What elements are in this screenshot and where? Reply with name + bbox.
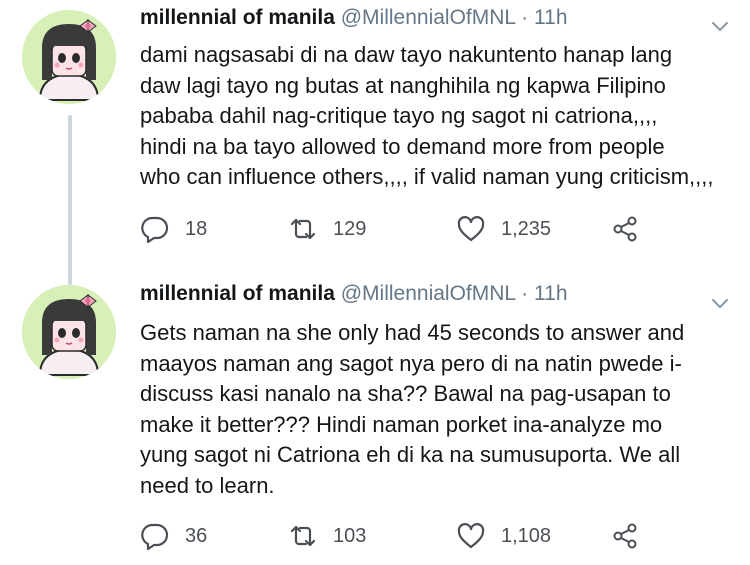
- reply-button[interactable]: 18: [140, 212, 207, 246]
- author-name[interactable]: millennial of manila: [140, 282, 335, 305]
- reply-count: 36: [185, 524, 208, 547]
- chevron-down-icon: [712, 22, 728, 31]
- tweet[interactable]: millennial of manila @MillennialOfMNL · …: [0, 282, 750, 565]
- retweet-icon: [290, 525, 316, 547]
- timestamp[interactable]: 11h: [534, 6, 567, 29]
- retweet-count: 103: [333, 524, 367, 547]
- reply-button[interactable]: 36: [140, 519, 207, 553]
- separator-dot: ·: [521, 282, 529, 305]
- like-button[interactable]: 1,235: [456, 212, 551, 246]
- retweet-button[interactable]: 103: [288, 519, 366, 553]
- avatar[interactable]: [22, 285, 116, 379]
- retweet-icon: [290, 218, 316, 240]
- heart-icon: [457, 216, 485, 242]
- like-count: 1,235: [501, 217, 552, 240]
- more-options-button[interactable]: [710, 293, 730, 313]
- tweet-header: millennial of manila @MillennialOfMNL · …: [140, 6, 710, 30]
- separator-dot: ·: [521, 6, 529, 29]
- tweet-text: Gets naman na she only had 45 seconds to…: [140, 320, 685, 498]
- retweet-button[interactable]: 129: [288, 212, 366, 246]
- like-count: 1,108: [501, 524, 552, 547]
- heart-icon: [457, 523, 485, 549]
- share-icon: [613, 216, 637, 242]
- like-button[interactable]: 1,108: [456, 519, 551, 553]
- more-options-button[interactable]: [710, 16, 730, 36]
- reply-count: 18: [185, 217, 208, 240]
- author-handle[interactable]: @MillennialOfMNL: [341, 6, 516, 29]
- author-handle[interactable]: @MillennialOfMNL: [341, 282, 516, 305]
- share-icon: [613, 523, 637, 549]
- share-button[interactable]: [610, 212, 640, 246]
- reply-icon: [141, 216, 169, 244]
- author-name[interactable]: millennial of manila: [140, 6, 335, 29]
- tweet[interactable]: millennial of manila @MillennialOfMNL · …: [0, 0, 750, 285]
- avatar[interactable]: [22, 10, 116, 104]
- reply-icon: [141, 523, 169, 551]
- chevron-down-icon: [712, 299, 728, 308]
- retweet-count: 129: [333, 217, 367, 240]
- timestamp[interactable]: 11h: [534, 282, 567, 305]
- tweet-text: dami nagsasabi di na daw tayo nakuntento…: [140, 42, 714, 189]
- share-button[interactable]: [610, 519, 640, 553]
- tweet-header: millennial of manila @MillennialOfMNL · …: [140, 282, 710, 306]
- avatar-girl-icon: [22, 285, 116, 379]
- avatar-girl-icon: [22, 10, 116, 104]
